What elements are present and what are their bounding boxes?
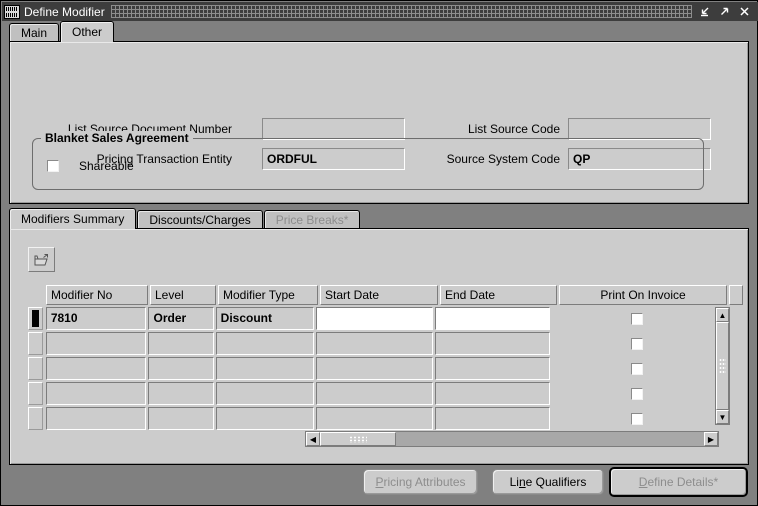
blanket-sales-agreement-group: Blanket Sales Agreement Shareable <box>32 131 704 190</box>
line-qualifiers-button[interactable]: Line Qualifiers <box>492 469 604 495</box>
cell-start_date[interactable] <box>316 357 433 380</box>
titlebar-hatch-fill <box>110 5 692 18</box>
row-selector[interactable] <box>28 382 43 405</box>
cell-end_date[interactable] <box>434 407 551 430</box>
cell-print_on_invoice[interactable] <box>552 332 719 355</box>
table-header-print_on_invoice[interactable]: Print On Invoice <box>559 285 727 305</box>
cell-end_date[interactable] <box>434 307 551 330</box>
print-on-invoice-checkbox[interactable] <box>631 362 644 375</box>
cell-print_on_invoice[interactable] <box>552 357 719 380</box>
cell-modifier_type[interactable]: Discount <box>215 307 315 330</box>
minimize-button[interactable] <box>698 5 711 18</box>
top-tab-strip: Main Other <box>9 21 115 42</box>
cell-start_date[interactable] <box>316 307 433 330</box>
table-header-start_date[interactable]: Start Date <box>320 285 438 305</box>
cell-level[interactable] <box>148 407 214 430</box>
cell-level[interactable] <box>148 332 214 355</box>
horizontal-scroll-thumb[interactable] <box>320 432 396 446</box>
table-row[interactable] <box>28 382 720 405</box>
cell-level[interactable] <box>148 382 214 405</box>
cell-start_date[interactable] <box>316 382 433 405</box>
cell-modifier_type[interactable] <box>215 382 315 405</box>
cell-level[interactable] <box>148 357 214 380</box>
tab-modifiers-summary[interactable]: Modifiers Summary <box>9 208 137 229</box>
cell-modifier_no[interactable] <box>45 407 147 430</box>
window-titlebar: Define Modifier <box>2 2 758 21</box>
cell-modifier_type[interactable] <box>215 357 315 380</box>
tab-main[interactable]: Main <box>9 23 60 42</box>
table-header-next_column[interactable] <box>729 285 743 305</box>
define-details-label: Define Details* <box>638 475 719 489</box>
maximize-button[interactable] <box>718 5 731 18</box>
tab-price-breaks[interactable]: Price Breaks* <box>263 210 361 229</box>
cell-print_on_invoice[interactable] <box>552 407 719 430</box>
pricing-attributes-label: Pricing Attributes <box>375 475 466 489</box>
cell-modifier_type[interactable] <box>215 332 315 355</box>
cell-end_date[interactable] <box>434 357 551 380</box>
table-header-modifier_type[interactable]: Modifier Type <box>218 285 318 305</box>
cell-modifier_no[interactable] <box>45 382 147 405</box>
table-header-end_date[interactable]: End Date <box>440 285 557 305</box>
cell-start_date[interactable] <box>316 407 433 430</box>
line-qualifiers-label: Line Qualifiers <box>509 475 587 489</box>
row-selector[interactable] <box>28 307 43 330</box>
print-on-invoice-checkbox[interactable] <box>631 412 644 425</box>
horizontal-scroll-track[interactable] <box>396 432 704 446</box>
blanket-sales-agreement-legend: Blanket Sales Agreement <box>41 131 193 145</box>
cell-modifier_no[interactable] <box>45 332 147 355</box>
scroll-down-button[interactable]: ▼ <box>716 410 729 424</box>
row-selector[interactable] <box>28 407 43 430</box>
table-row[interactable]: 7810 Order Discount <box>28 307 720 330</box>
cell-end_date[interactable] <box>434 382 551 405</box>
define-modifier-window: Define Modifier Main Other List Source D… <box>0 0 758 506</box>
table-header-row: Modifier No Level Modifier Type Start Date E… <box>46 285 745 305</box>
list-source-code-label: List Source Code <box>467 122 560 136</box>
define-details-button[interactable]: Define Details* <box>609 467 748 497</box>
table-body: 7810 Order Discount <box>28 307 720 432</box>
close-button[interactable] <box>738 5 751 18</box>
table-row[interactable] <box>28 357 720 380</box>
folder-open-button[interactable] <box>28 247 55 272</box>
other-tab-panel: List Source Document Number List Source … <box>9 41 749 204</box>
folder-open-icon <box>34 253 48 265</box>
cell-modifier_type[interactable] <box>215 407 315 430</box>
vertical-scroll-thumb[interactable] <box>716 322 729 410</box>
row-selector[interactable] <box>28 332 43 355</box>
scroll-left-button[interactable]: ◀ <box>306 432 320 446</box>
scroll-grip-icon <box>719 357 726 375</box>
print-on-invoice-checkbox[interactable] <box>631 312 644 325</box>
list-source-document-number-field[interactable] <box>262 118 405 140</box>
table-horizontal-scrollbar[interactable]: ◀ ▶ <box>305 431 719 447</box>
table-row[interactable] <box>28 407 720 430</box>
tab-discounts-charges[interactable]: Discounts/Charges <box>137 210 263 229</box>
shareable-row: Shareable <box>47 159 134 173</box>
scroll-grip-icon <box>349 435 367 443</box>
row-selector[interactable] <box>28 357 43 380</box>
modifiers-table: Modifier No Level Modifier Type Start Date E… <box>28 285 743 432</box>
table-header-level[interactable]: Level <box>150 285 216 305</box>
shareable-label: Shareable <box>79 159 134 173</box>
cell-end_date[interactable] <box>434 332 551 355</box>
cell-modifier_no[interactable]: 7810 <box>45 307 147 330</box>
cell-level[interactable]: Order <box>148 307 214 330</box>
print-on-invoice-checkbox[interactable] <box>631 387 644 400</box>
tab-other[interactable]: Other <box>60 21 115 42</box>
window-control-buttons <box>692 5 758 18</box>
bottom-tab-strip: Modifiers Summary Discounts/Charges Pric… <box>9 208 361 229</box>
table-vertical-scrollbar[interactable]: ▲ ▼ <box>715 307 730 425</box>
print-on-invoice-checkbox[interactable] <box>631 337 644 350</box>
scroll-right-button[interactable]: ▶ <box>704 432 718 446</box>
cell-start_date[interactable] <box>316 332 433 355</box>
table-row[interactable] <box>28 332 720 355</box>
window-title: Define Modifier <box>24 4 105 19</box>
table-header-modifier_no[interactable]: Modifier No <box>46 285 148 305</box>
scroll-up-button[interactable]: ▲ <box>716 308 729 322</box>
pricing-attributes-button[interactable]: Pricing Attributes <box>363 469 478 495</box>
cell-print_on_invoice[interactable] <box>552 382 719 405</box>
cell-print_on_invoice[interactable] <box>552 307 719 330</box>
shareable-checkbox[interactable] <box>47 160 59 172</box>
window-menu-icon[interactable] <box>4 4 20 19</box>
cell-modifier_no[interactable] <box>45 357 147 380</box>
list-source-code-field[interactable] <box>568 118 711 140</box>
